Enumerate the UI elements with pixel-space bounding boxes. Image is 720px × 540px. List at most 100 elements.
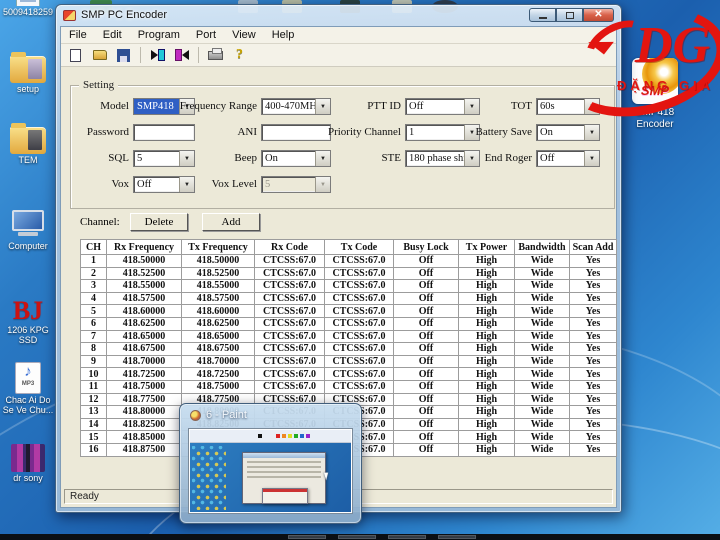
cell-scan-add[interactable]: Yes [570, 380, 617, 393]
cell-tx-code[interactable]: CTCSS:67.0 [325, 280, 394, 293]
desktop-icon-tem[interactable]: TEM [0, 127, 56, 166]
chevron-down-icon[interactable]: ▼ [584, 99, 599, 114]
cell-tx-power[interactable]: High [459, 393, 515, 406]
cell-ch[interactable]: 4 [81, 292, 107, 305]
cell-ch[interactable]: 3 [81, 280, 107, 293]
table-row[interactable]: 1 418.50000 418.50000 CTCSS:67.0 CTCSS:6… [81, 255, 617, 268]
menu-item[interactable]: Edit [95, 28, 130, 42]
desktop-icon-smp418-encoder[interactable]: SMP SMP418 Encoder [624, 58, 686, 130]
cell-ch[interactable]: 11 [81, 380, 107, 393]
cell-busy-lock[interactable]: Off [394, 380, 459, 393]
cell-rx-frequency[interactable]: 418.75000 [107, 380, 182, 393]
cell-rx-frequency[interactable]: 418.65000 [107, 330, 182, 343]
col-header-scan-add[interactable]: Scan Add [570, 240, 617, 255]
col-header-tx-frequency[interactable]: Tx Frequency [182, 240, 255, 255]
cell-tx-frequency[interactable]: 418.60000 [182, 305, 255, 318]
cell-scan-add[interactable]: Yes [570, 431, 617, 444]
cell-rx-code[interactable]: CTCSS:67.0 [255, 355, 325, 368]
cell-tx-frequency[interactable]: 418.70000 [182, 355, 255, 368]
desktop-icon-setup[interactable]: setup [0, 56, 56, 95]
cell-tx-code[interactable]: CTCSS:67.0 [325, 343, 394, 356]
cell-bandwidth[interactable]: Wide [515, 393, 570, 406]
table-row[interactable]: 7 418.65000 418.65000 CTCSS:67.0 CTCSS:6… [81, 330, 617, 343]
cell-scan-add[interactable]: Yes [570, 343, 617, 356]
cell-bandwidth[interactable]: Wide [515, 317, 570, 330]
table-row[interactable]: 8 418.67500 418.67500 CTCSS:67.0 CTCSS:6… [81, 343, 617, 356]
maximize-button[interactable] [556, 8, 583, 22]
cell-busy-lock[interactable]: Off [394, 393, 459, 406]
help-button[interactable]: ? [229, 46, 250, 65]
cell-rx-code[interactable]: CTCSS:67.0 [255, 343, 325, 356]
cell-ch[interactable]: 7 [81, 330, 107, 343]
cell-rx-code[interactable]: CTCSS:67.0 [255, 317, 325, 330]
minimize-button[interactable] [529, 8, 556, 22]
cell-tx-power[interactable]: High [459, 418, 515, 431]
end-roger-combo[interactable]: Off ▼ [536, 150, 600, 167]
cell-ch[interactable]: 14 [81, 418, 107, 431]
taskbar-button[interactable] [338, 535, 376, 539]
read-from-radio-button[interactable] [171, 46, 192, 65]
chevron-down-icon[interactable]: ▼ [584, 151, 599, 166]
cell-bandwidth[interactable]: Wide [515, 343, 570, 356]
cell-tx-power[interactable]: High [459, 280, 515, 293]
cell-busy-lock[interactable]: Off [394, 368, 459, 381]
cell-tx-frequency[interactable]: 418.62500 [182, 317, 255, 330]
cell-ch[interactable]: 16 [81, 443, 107, 456]
cell-scan-add[interactable]: Yes [570, 406, 617, 419]
taskbar-button[interactable] [388, 535, 426, 539]
menu-item[interactable]: View [224, 28, 264, 42]
cell-tx-frequency[interactable]: 418.72500 [182, 368, 255, 381]
table-row[interactable]: 9 418.70000 418.70000 CTCSS:67.0 CTCSS:6… [81, 355, 617, 368]
cell-scan-add[interactable]: Yes [570, 280, 617, 293]
cell-tx-frequency[interactable]: 418.67500 [182, 343, 255, 356]
cell-tx-power[interactable]: High [459, 355, 515, 368]
cell-tx-frequency[interactable]: 418.52500 [182, 267, 255, 280]
cell-busy-lock[interactable]: Off [394, 343, 459, 356]
cell-bandwidth[interactable]: Wide [515, 355, 570, 368]
desktop-icon-bj[interactable]: BJ 1206 KPG SSD [0, 298, 56, 346]
save-file-button[interactable] [113, 46, 134, 65]
tot-combo[interactable]: 60s ▼ [536, 98, 600, 115]
col-header-bandwidth[interactable]: Bandwidth [515, 240, 570, 255]
cell-bandwidth[interactable]: Wide [515, 418, 570, 431]
print-button[interactable] [205, 46, 226, 65]
cell-tx-power[interactable]: High [459, 368, 515, 381]
cell-bandwidth[interactable]: Wide [515, 280, 570, 293]
chevron-down-icon[interactable]: ▼ [584, 125, 599, 140]
cell-bandwidth[interactable]: Wide [515, 406, 570, 419]
cell-rx-frequency[interactable]: 418.50000 [107, 255, 182, 268]
taskbar-button[interactable] [288, 535, 326, 539]
col-header-ch[interactable]: CH [81, 240, 107, 255]
cell-busy-lock[interactable]: Off [394, 355, 459, 368]
cell-rx-frequency[interactable]: 418.87500 [107, 443, 182, 456]
cell-tx-frequency[interactable]: 418.50000 [182, 255, 255, 268]
cell-rx-code[interactable]: CTCSS:67.0 [255, 305, 325, 318]
cell-ch[interactable]: 5 [81, 305, 107, 318]
cell-tx-code[interactable]: CTCSS:67.0 [325, 368, 394, 381]
cell-rx-code[interactable]: CTCSS:67.0 [255, 267, 325, 280]
cell-busy-lock[interactable]: Off [394, 406, 459, 419]
cell-scan-add[interactable]: Yes [570, 443, 617, 456]
cell-tx-frequency[interactable]: 418.57500 [182, 292, 255, 305]
cell-tx-power[interactable]: High [459, 406, 515, 419]
open-file-button[interactable] [89, 46, 110, 65]
cell-ch[interactable]: 8 [81, 343, 107, 356]
cell-busy-lock[interactable]: Off [394, 418, 459, 431]
cell-rx-code[interactable]: CTCSS:67.0 [255, 292, 325, 305]
cell-tx-power[interactable]: High [459, 443, 515, 456]
cell-bandwidth[interactable]: Wide [515, 255, 570, 268]
table-row[interactable]: 3 418.55000 418.55000 CTCSS:67.0 CTCSS:6… [81, 280, 617, 293]
table-row[interactable]: 10 418.72500 418.72500 CTCSS:67.0 CTCSS:… [81, 368, 617, 381]
cell-scan-add[interactable]: Yes [570, 368, 617, 381]
cell-bandwidth[interactable]: Wide [515, 380, 570, 393]
table-row[interactable]: 2 418.52500 418.52500 CTCSS:67.0 CTCSS:6… [81, 267, 617, 280]
cell-ch[interactable]: 13 [81, 406, 107, 419]
cell-tx-power[interactable]: High [459, 292, 515, 305]
desktop-icon-mp3-song[interactable]: ♪ MP3 Chac Ai Do Se Ve Chu... [0, 362, 56, 416]
paint-preview-thumbnail[interactable] [188, 428, 353, 514]
desktop-icon-computer[interactable]: Computer [0, 210, 56, 252]
col-header-busy-lock[interactable]: Busy Lock [394, 240, 459, 255]
cell-tx-code[interactable]: CTCSS:67.0 [325, 355, 394, 368]
cell-bandwidth[interactable]: Wide [515, 443, 570, 456]
cell-tx-power[interactable]: High [459, 380, 515, 393]
